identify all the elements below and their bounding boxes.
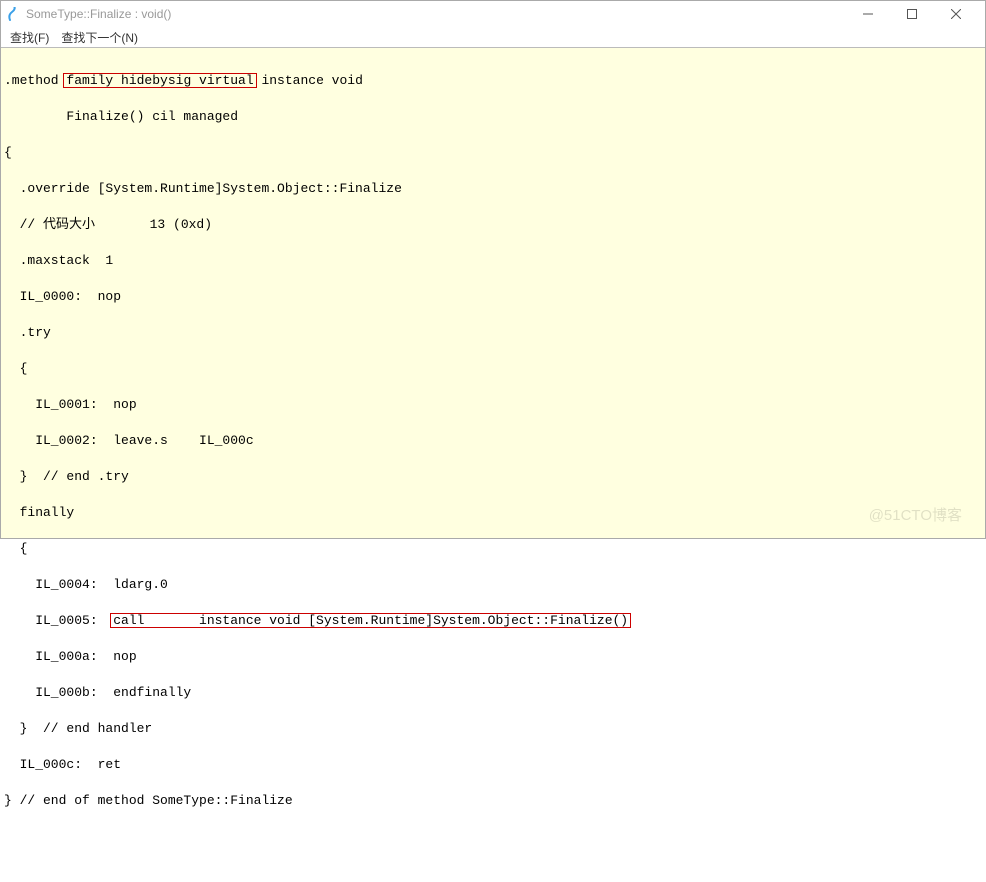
code-line: } // end .try	[4, 468, 982, 486]
code-line: // 代码大小 13 (0xd)	[4, 216, 982, 234]
menu-find[interactable]: 查找(F)	[4, 29, 55, 46]
code-line: .maxstack 1	[4, 252, 982, 270]
code-line: IL_000b: endfinally	[4, 684, 982, 702]
code-line: finally	[4, 504, 982, 522]
code-line: {	[4, 144, 982, 162]
code-line: IL_0002: leave.s IL_000c	[4, 432, 982, 450]
code-line: IL_000c: ret	[4, 756, 982, 774]
titlebar: SomeType::Finalize : void()	[0, 0, 986, 28]
code-line: {	[4, 540, 982, 558]
code-line: IL_0005: call instance void [System.Runt…	[4, 612, 982, 630]
code-viewer[interactable]: .method family hidebysig virtual instanc…	[0, 48, 986, 539]
code-line: Finalize() cil managed	[4, 108, 982, 126]
code-line: .try	[4, 324, 982, 342]
code-line: IL_0001: nop	[4, 396, 982, 414]
code-line: {	[4, 360, 982, 378]
app-icon	[6, 7, 20, 21]
code-text: .method	[4, 73, 66, 88]
code-text: IL_0005:	[4, 613, 113, 628]
close-button[interactable]	[934, 0, 978, 28]
code-text: instance void	[254, 73, 363, 88]
maximize-button[interactable]	[890, 0, 934, 28]
window-controls	[846, 0, 978, 28]
menubar: 查找(F) 查找下一个(N)	[0, 28, 986, 48]
code-line: } // end handler	[4, 720, 982, 738]
minimize-button[interactable]	[846, 0, 890, 28]
code-line: IL_000a: nop	[4, 648, 982, 666]
code-line: IL_0000: nop	[4, 288, 982, 306]
code-line: .method family hidebysig virtual instanc…	[4, 72, 982, 90]
code-line: .override [System.Runtime]System.Object:…	[4, 180, 982, 198]
code-highlight-target: family hidebysig virtual	[66, 73, 253, 88]
code-line: } // end of method SomeType::Finalize	[4, 792, 982, 810]
menu-find-next[interactable]: 查找下一个(N)	[55, 29, 144, 46]
code-highlight-target: call instance void [System.Runtime]Syste…	[113, 613, 628, 628]
code-line: IL_0004: ldarg.0	[4, 576, 982, 594]
watermark: @51CTO博客	[869, 504, 962, 525]
window-title: SomeType::Finalize : void()	[26, 7, 846, 21]
